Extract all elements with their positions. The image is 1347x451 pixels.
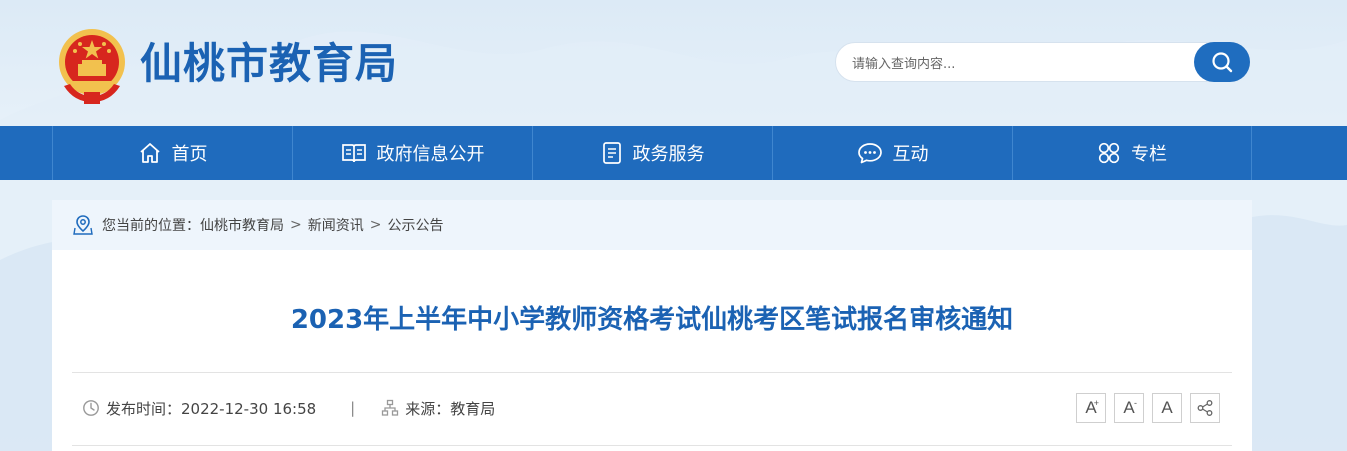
publish-time: 发布时间：2022-12-30 16:58 bbox=[106, 399, 317, 418]
article-source: 来源：教育局 bbox=[405, 399, 496, 418]
search-icon bbox=[1212, 52, 1233, 73]
font-default-button[interactable]: A bbox=[1152, 393, 1182, 423]
chat-icon bbox=[857, 143, 882, 164]
nav-item-label: 互动 bbox=[892, 144, 929, 165]
national-emblem-icon bbox=[59, 29, 125, 104]
font-decrease-label: A bbox=[1123, 398, 1135, 417]
main-navigation: 首页 政府信息公开 政务服务 互动 专栏 bbox=[0, 126, 1347, 180]
document-icon bbox=[602, 142, 621, 164]
search-box bbox=[835, 42, 1250, 82]
breadcrumb-separator: > bbox=[290, 217, 302, 233]
nav-item-label: 专栏 bbox=[1131, 144, 1167, 165]
article-title: 2023年上半年中小学教师资格考试仙桃考区笔试报名审核通知 bbox=[290, 305, 1014, 335]
font-default-label: A bbox=[1161, 398, 1173, 417]
book-icon bbox=[341, 144, 366, 163]
font-increase-mark: + bbox=[1093, 398, 1099, 408]
clock-icon bbox=[83, 400, 99, 416]
site-title: 仙桃市教育局 bbox=[140, 39, 399, 88]
nav-item-interaction[interactable]: 互动 bbox=[772, 126, 1012, 180]
divider bbox=[72, 372, 1232, 373]
article-tools: A + A- A bbox=[1068, 393, 1220, 423]
breadcrumb: 您当前的位置： 仙桃市教育局 > 新闻资讯 > 公示公告 bbox=[52, 200, 1252, 250]
breadcrumb-separator: > bbox=[369, 217, 382, 233]
nav-item-services[interactable]: 政务服务 bbox=[532, 126, 772, 180]
breadcrumb-item-news[interactable]: 新闻资讯 bbox=[308, 215, 364, 235]
font-decrease-mark: - bbox=[1134, 398, 1137, 408]
nav-item-government-info[interactable]: 政府信息公开 bbox=[292, 126, 532, 180]
breadcrumb-item-home[interactable]: 仙桃市教育局 bbox=[200, 215, 284, 235]
share-icon bbox=[1197, 400, 1213, 416]
nav-item-label: 政务服务 bbox=[632, 144, 705, 165]
nav-item-home[interactable]: 首页 bbox=[52, 126, 292, 180]
nav-item-label: 首页 bbox=[171, 144, 208, 165]
font-increase-button[interactable]: A + bbox=[1076, 393, 1106, 423]
source-icon bbox=[382, 399, 399, 416]
search-input[interactable] bbox=[850, 52, 1194, 76]
divider bbox=[72, 445, 1232, 446]
home-icon bbox=[139, 143, 160, 163]
grid-icon bbox=[1098, 142, 1120, 164]
breadcrumb-item-announcements[interactable]: 公示公告 bbox=[387, 215, 443, 235]
search-button[interactable] bbox=[1194, 42, 1250, 82]
article-meta: 发布时间：2022-12-30 16:58 | 来源：教育局 bbox=[82, 396, 495, 420]
nav-item-columns[interactable]: 专栏 bbox=[1012, 126, 1252, 180]
font-decrease-button[interactable]: A- bbox=[1114, 393, 1144, 423]
nav-item-label: 政府信息公开 bbox=[376, 144, 485, 165]
article-panel: 您当前的位置： 仙桃市教育局 > 新闻资讯 > 公示公告 2023年上半年中小学… bbox=[52, 200, 1252, 451]
meta-divider: | bbox=[350, 399, 356, 417]
site-header: 仙桃市教育局 bbox=[0, 0, 1347, 126]
share-button[interactable] bbox=[1190, 393, 1220, 423]
breadcrumb-prefix: 您当前的位置： bbox=[102, 218, 200, 234]
location-pin-icon bbox=[73, 215, 93, 235]
